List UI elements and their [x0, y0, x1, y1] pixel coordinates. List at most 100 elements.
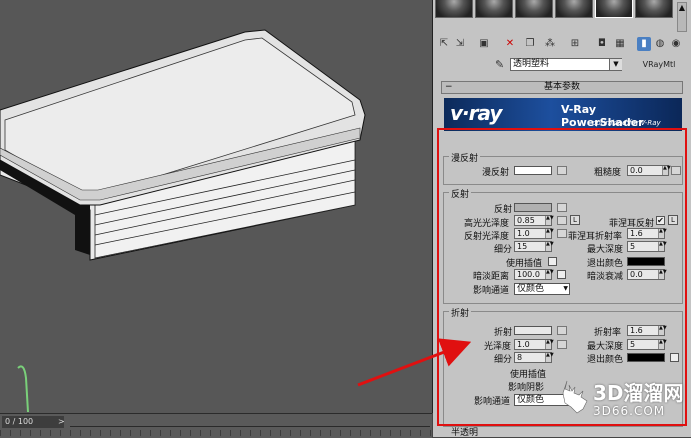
- gloss-map-button[interactable]: [557, 340, 567, 349]
- reflect-color-swatch[interactable]: [514, 203, 552, 212]
- material-name-field[interactable]: 透明塑料: [510, 58, 622, 71]
- refl-gloss-label: 反射光泽度: [464, 232, 510, 242]
- watermark: 3D溜溜网 3D66.COM: [557, 375, 691, 423]
- max-depth-spinner[interactable]: 5 ▲▼: [627, 339, 667, 350]
- sample-slot[interactable]: [635, 0, 673, 18]
- refl-gloss-spinner[interactable]: 1.0 ▲▼: [514, 228, 554, 239]
- fresnel-lock-button[interactable]: L: [668, 215, 678, 225]
- use-interp-label: 使用插值: [506, 259, 543, 269]
- vray-banner: v·ray V-Ray PowerShader optimized for V-…: [444, 98, 682, 131]
- sample-slot[interactable]: [515, 0, 553, 18]
- gloss-label: 光泽度: [484, 342, 512, 352]
- refract-label: 折射: [494, 328, 513, 338]
- diffuse-group: 漫反射 漫反射 粗糙度 0.0 ▲▼: [443, 151, 683, 185]
- chevron-down-icon[interactable]: ▼: [609, 59, 622, 70]
- exit-color-label: 退出颜色: [587, 355, 624, 365]
- group-title: 漫反射: [449, 151, 481, 164]
- next-frame-button[interactable]: >: [58, 416, 68, 428]
- sample-slots: [435, 0, 675, 18]
- banner-subtitle: optimized for V-Ray: [592, 119, 661, 127]
- get-material-icon[interactable]: ⇱: [437, 37, 451, 51]
- group-title: 折射: [449, 306, 472, 319]
- ior-label: 折射率: [594, 328, 622, 338]
- put-to-library-icon[interactable]: ⊞: [568, 37, 582, 51]
- lock-l-button[interactable]: L: [570, 215, 580, 225]
- dim-falloff-spinner[interactable]: 0.0 ▲▼: [627, 269, 667, 280]
- translucency-group-title: 半透明: [451, 428, 479, 438]
- dim-distance-label: 暗淡距离: [473, 272, 510, 282]
- affect-channels-dropdown[interactable]: 仅颜色▼: [514, 283, 570, 295]
- basic-params-rollout[interactable]: − 基本参数: [441, 81, 683, 94]
- dim-distance-spinner[interactable]: 100.0 ▲▼: [514, 269, 554, 280]
- sample-slot-selected[interactable]: [595, 0, 633, 18]
- use-interp-checkbox[interactable]: [548, 257, 557, 266]
- fresnel-ior-spinner[interactable]: 1.6 ▲▼: [627, 228, 667, 239]
- fresnel-ior-label: 菲涅耳折射率: [568, 232, 623, 242]
- affect-channels-label: 影响通道: [473, 286, 510, 296]
- affect-channels-label: 影响通道: [474, 397, 511, 407]
- diffuse-map-button[interactable]: [557, 166, 567, 175]
- use-interp-label: 使用插值: [510, 370, 547, 380]
- box-mesh: [0, 29, 366, 413]
- max-depth-label: 最大深度: [587, 245, 624, 255]
- time-slider[interactable]: [70, 418, 430, 427]
- dim-falloff-label: 暗淡衰减: [587, 272, 624, 282]
- subdivs-spinner[interactable]: 8 ▲▼: [514, 352, 554, 363]
- exit-color-label: 退出颜色: [587, 259, 624, 269]
- group-title: 反射: [449, 187, 472, 200]
- material-name-row: ✎ 透明塑料 ▼ VRayMtl: [433, 57, 691, 73]
- roughness-map-button[interactable]: [671, 166, 681, 175]
- slots-scroll-icon[interactable]: ▲: [677, 2, 687, 32]
- unique-icon[interactable]: ⁂: [543, 37, 557, 51]
- material-toolbar: ⇱ ⇲ ▣ ✕ ❐ ⁂ ⊞ ◘ ▦ ▮ ◍ ◉: [433, 37, 691, 54]
- go-to-parent-icon[interactable]: ◉: [669, 37, 683, 51]
- gloss-spinner[interactable]: 1.0 ▲▼: [514, 339, 554, 350]
- watermark-brand: 3D溜溜网: [593, 381, 684, 405]
- roughness-spinner[interactable]: 0.0 ▲▼: [627, 165, 671, 176]
- vray-logo: v·ray: [450, 101, 502, 125]
- watermark-domain: 3D66.COM: [593, 404, 666, 418]
- timeline[interactable]: 0 / 100 >: [0, 413, 432, 438]
- reflect-map-button[interactable]: [557, 203, 567, 212]
- show-in-viewport-icon[interactable]: ▮: [637, 37, 651, 51]
- material-editor-panel: ▲ ⇱ ⇲ ▣ ✕ ❐ ⁂ ⊞ ◘ ▦ ▮ ◍ ◉ ✎ 透明塑料 ▼ VRayM…: [433, 0, 691, 437]
- material-type-button[interactable]: VRayMtl: [634, 58, 684, 71]
- rollout-title: 基本参数: [543, 82, 580, 92]
- timeline-ticks: [0, 430, 432, 436]
- reflect-label: 反射: [494, 205, 513, 215]
- subdivs-spinner[interactable]: 15 ▲▼: [514, 241, 554, 252]
- affect-shadows-label: 影响阴影: [508, 383, 545, 393]
- roughness-label: 粗糙度: [594, 168, 622, 178]
- assign-material-icon[interactable]: ▣: [477, 37, 491, 51]
- show-map-icon[interactable]: ▦: [613, 37, 627, 51]
- subdivs-label: 细分: [494, 245, 513, 255]
- max-depth-label: 最大深度: [587, 342, 624, 352]
- exit-color-swatch[interactable]: [627, 257, 665, 266]
- copy-icon[interactable]: ❐: [523, 37, 537, 51]
- material-id-icon[interactable]: ◘: [595, 37, 609, 51]
- refl-gloss-map-button[interactable]: [557, 229, 567, 238]
- exit-color-swatch[interactable]: [627, 353, 665, 362]
- frame-counter[interactable]: 0 / 100: [2, 416, 64, 428]
- show-end-result-icon[interactable]: ◍: [653, 37, 667, 51]
- put-to-scene-icon[interactable]: ⇲: [453, 37, 467, 51]
- deer-logo: [562, 380, 588, 414]
- hilight-gloss-map-button[interactable]: [557, 216, 567, 225]
- refract-map-button[interactable]: [557, 326, 567, 335]
- viewport-3d[interactable]: [0, 0, 433, 413]
- ior-spinner[interactable]: 1.6 ▲▼: [627, 325, 667, 336]
- fresnel-checkbox[interactable]: ✔: [656, 216, 665, 225]
- sample-slot[interactable]: [435, 0, 473, 18]
- axis-gizmo: [17, 365, 29, 413]
- max-depth-spinner[interactable]: 5 ▲▼: [627, 241, 667, 252]
- sample-slot[interactable]: [555, 0, 593, 18]
- exit-color-checkbox[interactable]: [670, 353, 679, 362]
- refract-color-swatch[interactable]: [514, 326, 552, 335]
- eyedropper-icon[interactable]: ✎: [495, 58, 504, 71]
- hilight-gloss-spinner[interactable]: 0.85 ▲▼: [514, 215, 554, 226]
- reset-icon[interactable]: ✕: [503, 37, 517, 51]
- collapse-icon[interactable]: −: [445, 82, 453, 93]
- dim-distance-checkbox[interactable]: [557, 270, 566, 279]
- sample-slot[interactable]: [475, 0, 513, 18]
- diffuse-color-swatch[interactable]: [514, 166, 552, 175]
